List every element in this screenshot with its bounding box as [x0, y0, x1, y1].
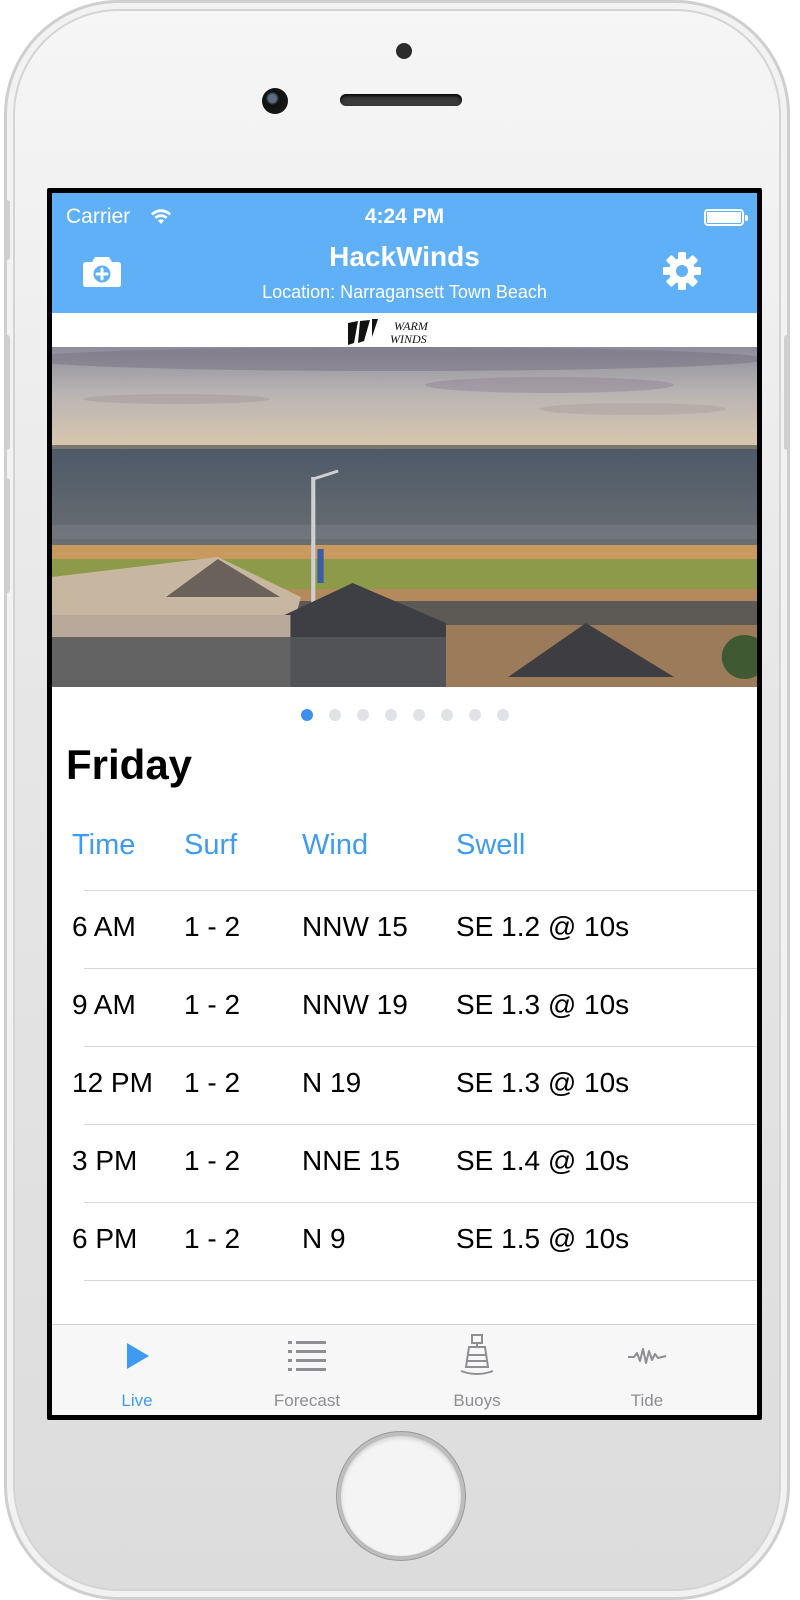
cell-surf: 1 - 2 — [184, 989, 241, 1020]
page-dot[interactable] — [384, 709, 397, 721]
power-button — [784, 335, 790, 450]
cell-surf: 1 - 2 — [184, 911, 241, 942]
header-wind: Wind — [302, 829, 369, 861]
tab-buoys-label: Buoys — [453, 1391, 501, 1410]
cell-wind: NNE 15 — [302, 1145, 401, 1176]
volume-down-button — [4, 478, 10, 593]
page-indicator[interactable] — [52, 708, 757, 726]
cell-time: 6 AM — [72, 911, 136, 942]
cell-time: 12 PM — [72, 1067, 153, 1098]
earpiece-speaker — [340, 94, 462, 106]
page-dot[interactable] — [440, 709, 453, 721]
cell-swell: SE 1.3 @ 10s — [456, 989, 630, 1020]
tab-forecast[interactable]: Forecast — [222, 1325, 392, 1415]
table-row[interactable]: 3 PM 1 - 2 NNE 15 SE 1.4 @ 10s — [52, 1125, 757, 1203]
tab-forecast-label: Forecast — [273, 1391, 341, 1410]
table-row[interactable]: 12 PM 1 - 2 N 19 SE 1.3 @ 10s — [52, 1047, 757, 1125]
tab-live-label: Live — [121, 1391, 153, 1410]
wave-icon — [628, 1348, 667, 1364]
cell-time: 6 PM — [72, 1223, 138, 1254]
table-row[interactable]: 6 PM 1 - 2 N 9 SE 1.5 @ 10s — [52, 1203, 757, 1281]
cell-wind: NNW 15 — [302, 911, 408, 942]
webcam-image[interactable] — [52, 347, 757, 687]
cell-time: 3 PM — [72, 1145, 138, 1176]
header-time: Time — [72, 829, 136, 861]
settings-gear-icon[interactable] — [662, 251, 702, 291]
cell-swell: SE 1.3 @ 10s — [456, 1067, 630, 1098]
cell-swell: SE 1.2 @ 10s — [456, 911, 630, 942]
cell-wind: NNW 19 — [302, 989, 408, 1020]
camera-icon[interactable] — [82, 253, 122, 289]
cell-time: 9 AM — [72, 989, 136, 1020]
app-title: HackWinds — [329, 241, 480, 272]
table-header-row: Time Surf Wind Swell — [52, 813, 757, 891]
cell-surf: 1 - 2 — [184, 1223, 241, 1254]
logo-line-2: WINDS — [390, 332, 427, 346]
table-row[interactable]: 6 AM 1 - 2 NNW 15 SE 1.2 @ 10s — [52, 891, 757, 969]
tab-bar: Live Forecast Buoys Tide — [52, 1324, 757, 1415]
location-subtitle[interactable]: Location: Narragansett Town Beach — [52, 282, 757, 303]
mute-switch — [4, 200, 10, 260]
status-time: 4:24 PM — [364, 205, 445, 228]
tab-live[interactable]: Live — [52, 1325, 222, 1415]
cell-wind: N 19 — [302, 1067, 362, 1098]
warm-winds-logo: WARM WINDS — [348, 319, 429, 346]
buoy-icon — [460, 1334, 494, 1375]
navigation-bar: Carrier 4:24 PM HackWinds Location: Narr… — [52, 193, 757, 313]
cell-surf: 1 - 2 — [184, 1067, 241, 1098]
cell-surf: 1 - 2 — [184, 1145, 241, 1176]
page-dot[interactable] — [496, 709, 509, 721]
tab-tide[interactable]: Tide — [562, 1325, 732, 1415]
forecast-day-title: Friday — [66, 741, 193, 788]
page-dot[interactable] — [356, 709, 369, 721]
battery-icon — [704, 209, 748, 226]
cell-swell: SE 1.5 @ 10s — [456, 1223, 630, 1254]
page-dot-active[interactable] — [300, 709, 313, 721]
cell-swell: SE 1.4 @ 10s — [456, 1145, 630, 1176]
tab-tide-label: Tide — [630, 1391, 664, 1410]
page-dot[interactable] — [468, 709, 481, 721]
cell-wind: N 9 — [302, 1223, 346, 1254]
table-row[interactable]: 9 AM 1 - 2 NNW 19 SE 1.3 @ 10s — [52, 969, 757, 1047]
volume-up-button — [4, 335, 10, 450]
forecast-table: Time Surf Wind Swell 6 AM 1 - 2 NNW 15 S… — [52, 813, 757, 1281]
front-camera — [262, 88, 288, 114]
proximity-sensor — [396, 43, 412, 59]
tab-buoys[interactable]: Buoys — [392, 1325, 562, 1415]
list-icon — [288, 1341, 326, 1371]
header-surf: Surf — [184, 829, 238, 861]
status-bar: Carrier 4:24 PM — [52, 205, 757, 231]
app-screen: Carrier 4:24 PM HackWinds Location: Narr… — [47, 188, 762, 1420]
row-separator — [84, 1280, 757, 1281]
home-button[interactable] — [341, 1436, 461, 1556]
logo-line-1: WARM — [394, 319, 429, 333]
play-icon — [127, 1343, 149, 1369]
page-dot[interactable] — [412, 709, 425, 721]
page-dot[interactable] — [328, 709, 341, 721]
header-swell: Swell — [456, 829, 526, 861]
